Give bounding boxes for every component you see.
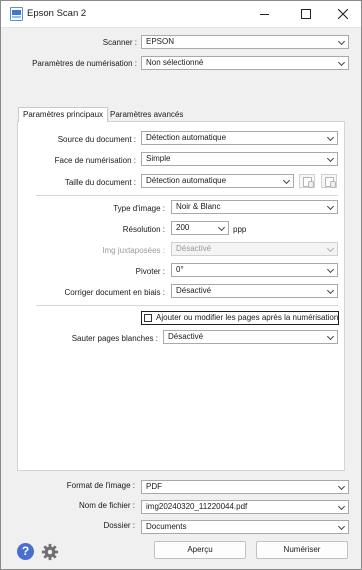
chevron-down-icon: [326, 332, 335, 341]
scanner-select[interactable]: EPSON: [141, 35, 349, 49]
chevron-down-icon: [326, 286, 335, 295]
scan-side-value: Simple: [146, 154, 171, 163]
chevron-down-icon: [337, 37, 346, 46]
chevron-down-icon: [326, 202, 335, 211]
rotate-select[interactable]: 0°: [171, 263, 338, 277]
image-type-label: Type d'image :: [113, 204, 165, 213]
folder-label: Dossier :: [103, 521, 135, 530]
chevron-down-icon: [337, 502, 346, 511]
skip-blank-pages-select[interactable]: Désactivé: [163, 330, 338, 344]
epson-scan-app-icon: [10, 7, 23, 21]
document-source-select[interactable]: Détection automatique: [141, 131, 338, 145]
chevron-down-icon: [326, 244, 335, 253]
skip-blank-pages-value: Désactivé: [168, 332, 204, 341]
scan-settings-select[interactable]: Non sélectionné: [141, 56, 349, 70]
chevron-down-icon: [337, 482, 346, 491]
scan-settings-label: Paramètres de numérisation :: [32, 59, 137, 68]
correct-skew-label: Corriger document en biais :: [64, 288, 166, 297]
document-size-value: Détection automatique: [146, 176, 227, 185]
gear-icon[interactable]: [41, 543, 59, 561]
add-edit-pages-label: Ajouter ou modifier les pages après la n…: [156, 313, 339, 322]
document-size-label: Taille du document :: [64, 178, 136, 187]
maximize-button[interactable]: [288, 1, 324, 27]
resolution-combo[interactable]: 200: [171, 221, 229, 235]
stitch-images-label: Img juxtaposées :: [102, 246, 165, 255]
image-type-select[interactable]: Noir & Blanc: [171, 200, 338, 214]
document-source-label: Source du document :: [57, 135, 136, 144]
document-lock-icon: [321, 174, 337, 188]
file-name-value: img20240320_11220044.pdf: [146, 502, 248, 511]
epson-scan-window: Epson Scan 2 Scanner : EPSON Paramètres …: [0, 0, 362, 570]
tab-main-settings[interactable]: Paramètres principaux: [18, 107, 109, 122]
stitch-images-value: Désactivé: [176, 244, 212, 253]
resolution-unit: ppp: [233, 225, 247, 234]
separator: [36, 195, 338, 196]
minimize-button[interactable]: [247, 1, 283, 27]
scan-side-label: Face de numérisation :: [54, 156, 136, 165]
scan-side-select[interactable]: Simple: [141, 152, 338, 166]
help-icon[interactable]: ?: [17, 543, 34, 560]
add-edit-pages-checkbox[interactable]: [144, 314, 152, 322]
image-format-value: PDF: [146, 482, 162, 491]
stitch-images-select: Désactivé: [171, 242, 338, 256]
chevron-down-icon: [217, 223, 226, 232]
image-format-select[interactable]: PDF: [141, 480, 349, 494]
chevron-down-icon: [326, 154, 335, 163]
add-edit-pages-option[interactable]: Ajouter ou modifier les pages après la n…: [141, 311, 339, 325]
rotate-label: Pivoter :: [135, 267, 165, 276]
correct-skew-value: Désactivé: [176, 286, 212, 295]
correct-skew-select[interactable]: Désactivé: [171, 284, 338, 298]
scan-settings-value: Non sélectionné: [146, 58, 204, 67]
title-bar: Epson Scan 2: [1, 1, 361, 28]
resolution-label: Résolution :: [122, 225, 165, 234]
separator: [36, 305, 338, 306]
scanner-value: EPSON: [146, 37, 175, 46]
document-source-value: Détection automatique: [146, 133, 227, 142]
scan-button[interactable]: Numériser: [256, 541, 348, 559]
scanner-label: Scanner :: [102, 38, 137, 47]
tab-advanced-settings[interactable]: Paramètres avancés: [106, 108, 187, 122]
window-title: Epson Scan 2: [27, 8, 87, 19]
chevron-down-icon: [337, 58, 346, 67]
chevron-down-icon: [326, 133, 335, 142]
folder-select[interactable]: Documents: [141, 520, 349, 534]
document-size-select[interactable]: Détection automatique: [141, 174, 294, 188]
chevron-down-icon: [337, 522, 346, 531]
preview-button[interactable]: Aperçu: [154, 541, 246, 559]
rotate-document-icon: [299, 174, 315, 188]
file-name-label: Nom de fichier :: [78, 501, 135, 510]
folder-value: Documents: [146, 522, 187, 531]
resolution-value: 200: [176, 223, 190, 232]
close-icon: [338, 9, 348, 19]
chevron-down-icon: [282, 176, 291, 185]
close-button[interactable]: [325, 1, 361, 27]
image-format-label: Format de l'image :: [66, 481, 135, 490]
file-name-select[interactable]: img20240320_11220044.pdf: [141, 500, 349, 514]
chevron-down-icon: [326, 265, 335, 274]
skip-blank-pages-label: Sauter pages blanches :: [71, 334, 158, 343]
rotate-value: 0°: [176, 265, 184, 274]
image-type-value: Noir & Blanc: [176, 202, 221, 211]
